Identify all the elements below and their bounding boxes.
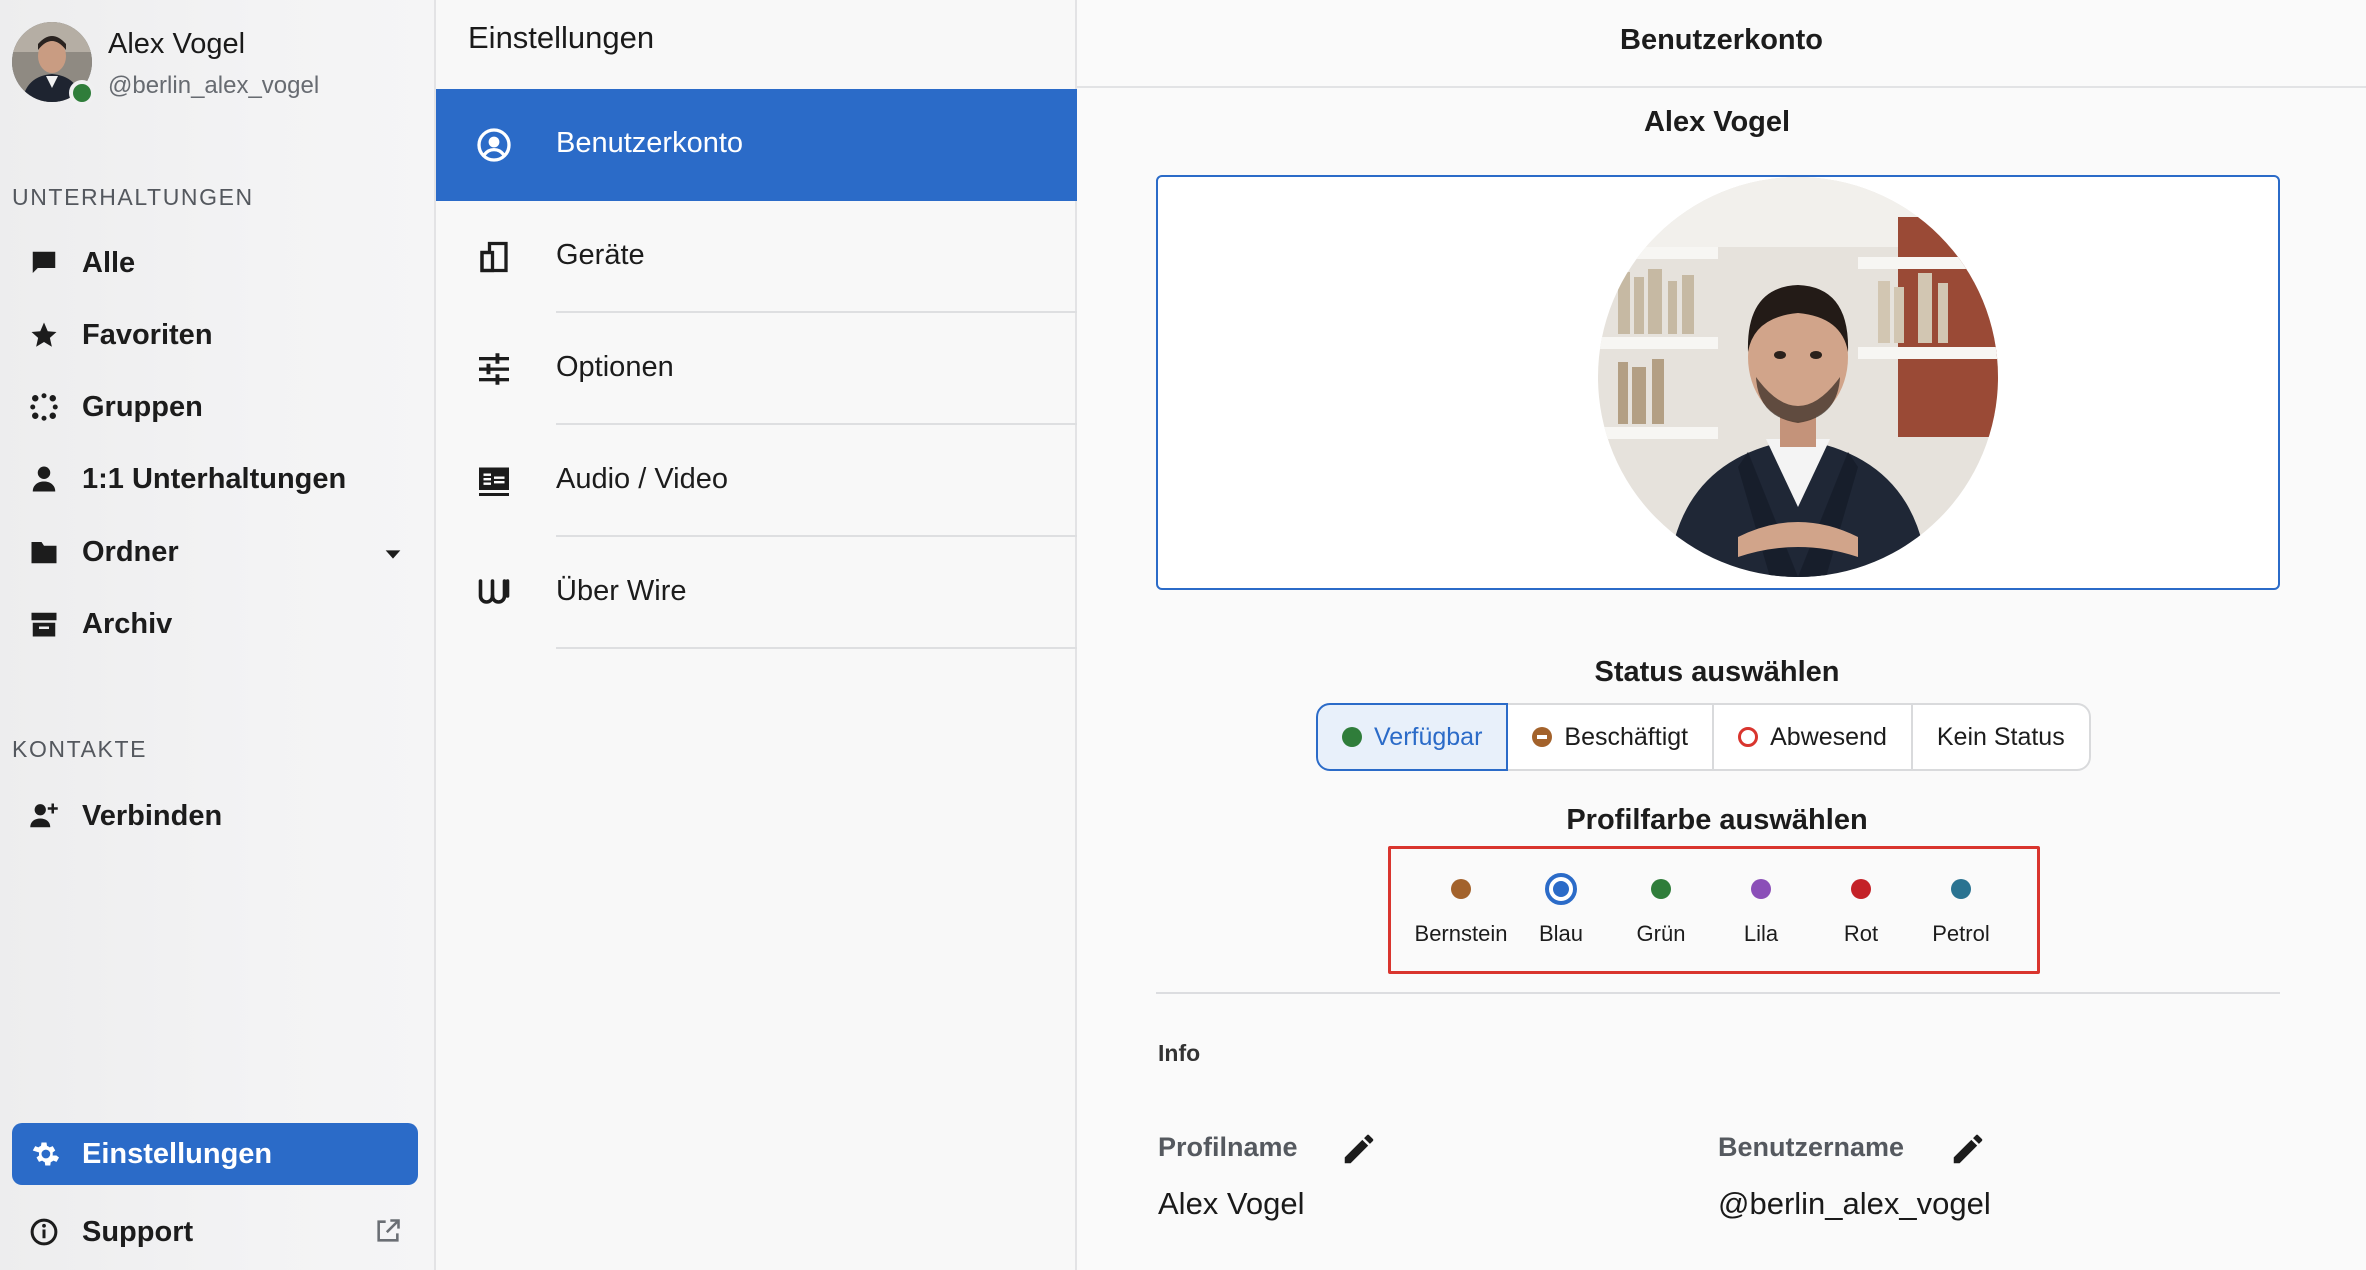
color-option-purple[interactable]: Lila — [1711, 849, 1811, 971]
user-name: Alex Vogel — [108, 28, 246, 60]
profile-name-label: Profilname — [1158, 1132, 1298, 1162]
color-dot-selected — [1545, 873, 1577, 905]
color-label: Petrol — [1932, 921, 1990, 946]
user-handle: @berlin_alex_vogel — [108, 72, 320, 99]
settings-menu-title: Einstellungen — [468, 20, 655, 55]
sidebar-item-label: Einstellungen — [82, 1137, 273, 1170]
profile-picture[interactable] — [1598, 177, 1998, 577]
status-busy-button[interactable]: Beschäftigt — [1506, 703, 1715, 771]
edit-username-pencil-icon[interactable] — [1949, 1130, 1987, 1168]
edit-profile-name-pencil-icon[interactable] — [1340, 1130, 1378, 1168]
status-away-button[interactable]: Abwesend — [1712, 703, 1913, 771]
account-header: Benutzerkonto — [1077, 0, 2366, 88]
profile-picture-frame[interactable] — [1156, 175, 2280, 590]
color-option-amber[interactable]: Bernstein — [1411, 849, 1511, 971]
away-ring-icon — [1738, 727, 1759, 747]
settings-item-account[interactable]: Benutzerkonto — [436, 89, 1077, 201]
settings-item-label: Geräte — [556, 239, 645, 271]
av-icon — [474, 461, 514, 501]
person-icon — [22, 457, 66, 501]
profile-name-heading: Alex Vogel — [1643, 106, 1791, 138]
sidebar-item-settings[interactable]: Einstellungen — [12, 1123, 418, 1185]
status-label: Verfügbar — [1374, 722, 1483, 751]
status-label: Abwesend — [1770, 722, 1887, 751]
busy-dot-icon — [1532, 727, 1553, 747]
username-value: @berlin_alex_vogel — [1718, 1186, 1991, 1221]
divider — [1156, 992, 2280, 994]
available-dot-icon — [1342, 727, 1362, 747]
add-person-icon — [22, 794, 66, 838]
sidebar-item-label: Alle — [82, 246, 136, 279]
sidebar-item-label: Ordner — [82, 535, 179, 568]
sidebar-item-folders[interactable]: Ordner — [12, 521, 418, 583]
sidebar-item-archive[interactable]: Archiv — [12, 593, 418, 655]
sidebar-item-label: Verbinden — [82, 799, 223, 832]
group-dots-icon — [22, 385, 66, 429]
external-link-icon — [374, 1217, 402, 1253]
account-circle-icon — [474, 125, 514, 165]
color-dot — [1951, 879, 1971, 899]
sidebar-item-label: Gruppen — [82, 390, 203, 423]
profile-name-value: Alex Vogel — [1158, 1186, 1305, 1221]
sliders-icon — [474, 349, 514, 389]
username-label: Benutzername — [1718, 1132, 1905, 1162]
color-option-petrol[interactable]: Petrol — [1911, 849, 2011, 971]
online-status-dot — [69, 80, 95, 106]
settings-item-label: Audio / Video — [556, 463, 728, 495]
color-option-green[interactable]: Grün — [1611, 849, 1711, 971]
sidebar-item-label: Support — [82, 1215, 194, 1248]
info-icon — [22, 1210, 66, 1254]
color-option-blue[interactable]: Blau — [1511, 849, 1611, 971]
gear-icon — [22, 1132, 66, 1176]
settings-item-label: Optionen — [556, 351, 674, 383]
wire-logo-icon — [474, 573, 514, 613]
sidebar-item-groups[interactable]: Gruppen — [12, 376, 418, 438]
chevron-down-icon[interactable] — [382, 540, 404, 573]
settings-item-devices[interactable]: Geräte — [436, 201, 1077, 313]
contacts-section-label: KONTAKTE — [12, 736, 148, 762]
account-panel: Benutzerkonto Alex Vogel Status auswähle… — [1077, 0, 2366, 1270]
status-none-button[interactable]: Kein Status — [1910, 703, 2091, 771]
archive-icon — [22, 602, 66, 646]
settings-item-audio-video[interactable]: Audio / Video — [436, 425, 1077, 537]
profile-color-selector: Bernstein Blau Grün Lila Rot Petrol — [1388, 846, 2040, 974]
settings-item-label: Benutzerkonto — [556, 127, 744, 159]
status-heading: Status auswählen — [1594, 656, 1840, 688]
profile-color-heading: Profilfarbe auswählen — [1566, 804, 1868, 836]
conversations-section-label: UNTERHALTUNGEN — [12, 184, 254, 210]
sidebar-item-support[interactable]: Support — [12, 1201, 418, 1263]
devices-icon — [474, 237, 514, 277]
page-title: Benutzerkonto — [1620, 24, 1823, 56]
settings-menu-panel: Einstellungen Benutzerkonto Geräte Optio… — [436, 0, 1077, 1270]
sidebar-item-label: Archiv — [82, 607, 173, 640]
divider — [556, 647, 1077, 649]
settings-item-options[interactable]: Optionen — [436, 313, 1077, 425]
color-option-red[interactable]: Rot — [1811, 849, 1911, 971]
folder-icon — [22, 530, 66, 574]
sidebar-item-label: Favoriten — [82, 318, 213, 351]
status-selector: Verfügbar Beschäftigt Abwesend Kein Stat… — [1316, 703, 2091, 771]
status-available-button[interactable]: Verfügbar — [1316, 703, 1509, 771]
settings-item-label: Über Wire — [556, 575, 687, 607]
color-dot — [1651, 879, 1671, 899]
settings-item-about[interactable]: Über Wire — [436, 537, 1077, 649]
color-dot — [1851, 879, 1871, 899]
sidebar-item-label: 1:1 Unterhaltungen — [82, 462, 347, 495]
sidebar-item-favorites[interactable]: Favoriten — [12, 304, 418, 366]
info-section-label: Info — [1158, 1040, 1201, 1066]
status-label: Beschäftigt — [1564, 722, 1689, 751]
sidebar-item-connect[interactable]: Verbinden — [12, 785, 418, 847]
color-dot — [1451, 879, 1471, 899]
chat-bubble-icon — [22, 241, 66, 285]
star-icon — [22, 313, 66, 357]
sidebar-item-all[interactable]: Alle — [12, 232, 418, 294]
sidebar: Alex Vogel @berlin_alex_vogel UNTERHALTU… — [0, 0, 436, 1270]
sidebar-item-one-on-one[interactable]: 1:1 Unterhaltungen — [12, 448, 418, 510]
color-dot — [1751, 879, 1771, 899]
status-label: Kein Status — [1936, 722, 2065, 751]
